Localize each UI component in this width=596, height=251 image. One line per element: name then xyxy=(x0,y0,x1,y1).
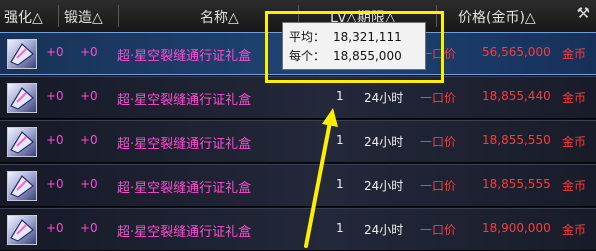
item-icon xyxy=(7,39,37,69)
item-price: 18,855,550 xyxy=(482,133,551,147)
sale-type: 一口价 xyxy=(420,91,457,105)
column-divider xyxy=(118,5,119,27)
item-name[interactable]: 超·星空裂缝通行证礼盒 xyxy=(117,89,251,108)
item-name[interactable]: 超·星空裂缝通行证礼盒 xyxy=(117,45,251,64)
currency-label: 金币 xyxy=(562,223,587,237)
sale-type: 一口价 xyxy=(420,223,457,237)
sale-type: 一口价 xyxy=(420,179,457,193)
column-divider xyxy=(58,5,59,27)
forge-value: +0 xyxy=(80,89,98,103)
highlight-box xyxy=(265,11,444,83)
sale-type: 一口价 xyxy=(420,135,457,149)
header-price[interactable]: 价格(金币)△ xyxy=(458,7,536,27)
item-price: 18,855,440 xyxy=(482,89,551,103)
item-level: 1 xyxy=(336,89,344,103)
item-name[interactable]: 超·星空裂缝通行证礼盒 xyxy=(117,221,251,240)
item-period: 24小时 xyxy=(364,135,404,149)
enhance-value: +0 xyxy=(46,89,64,103)
header-enhance[interactable]: 强化△ xyxy=(4,7,43,27)
item-period: 24小时 xyxy=(364,223,404,237)
hammer-icon[interactable]: ⚒ xyxy=(577,4,590,22)
item-period: 24小时 xyxy=(364,91,404,105)
item-price: 18,855,555 xyxy=(482,177,551,191)
table-row[interactable]: +0 +0 超·星空裂缝通行证礼盒 1 24小时 一口价 18,900,000 … xyxy=(0,208,596,251)
table-row[interactable]: +0 +0 超·星空裂缝通行证礼盒 1 24小时 一口价 18,855,555 … xyxy=(0,164,596,207)
item-period: 24小时 xyxy=(364,179,404,193)
header-name[interactable]: 名称△ xyxy=(200,7,239,27)
item-name[interactable]: 超·星空裂缝通行证礼盒 xyxy=(117,133,251,152)
item-name[interactable]: 超·星空裂缝通行证礼盒 xyxy=(117,177,251,196)
header-forge[interactable]: 锻造△ xyxy=(64,7,103,27)
item-icon xyxy=(7,215,37,245)
item-level: 1 xyxy=(336,133,344,147)
forge-value: +0 xyxy=(80,133,98,147)
item-icon xyxy=(7,127,37,157)
currency-label: 金币 xyxy=(562,47,587,61)
forge-value: +0 xyxy=(80,177,98,191)
enhance-value: +0 xyxy=(46,177,64,191)
item-price: 18,900,000 xyxy=(482,221,551,235)
item-icon xyxy=(7,83,37,113)
item-price: 56,565,000 xyxy=(482,45,551,59)
table-row[interactable]: +0 +0 超·星空裂缝通行证礼盒 1 24小时 一口价 18,855,550 … xyxy=(0,120,596,163)
item-level: 1 xyxy=(336,221,344,235)
currency-label: 金币 xyxy=(562,135,587,149)
currency-label: 金币 xyxy=(562,91,587,105)
enhance-value: +0 xyxy=(46,221,64,235)
item-icon xyxy=(7,171,37,201)
enhance-value: +0 xyxy=(46,133,64,147)
currency-label: 金币 xyxy=(562,179,587,193)
enhance-value: +0 xyxy=(46,45,64,59)
forge-value: +0 xyxy=(80,45,98,59)
forge-value: +0 xyxy=(80,221,98,235)
item-level: 1 xyxy=(336,177,344,191)
